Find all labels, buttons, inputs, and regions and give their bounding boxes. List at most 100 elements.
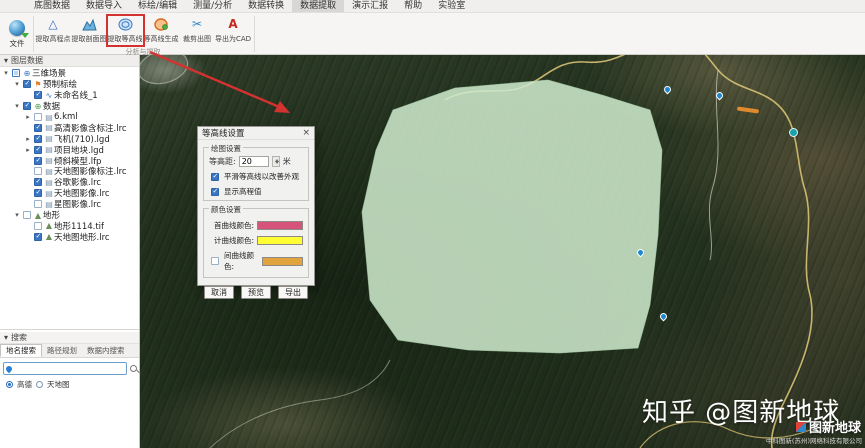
checkbox-unchecked[interactable]: [34, 200, 42, 209]
checkbox-unchecked[interactable]: [34, 113, 42, 121]
tab-route-planning[interactable]: 路径规划: [42, 344, 82, 357]
close-icon[interactable]: ×: [302, 128, 310, 138]
tree-row[interactable]: ∿ 未命名线_1: [0, 90, 139, 101]
checkbox-checked[interactable]: [34, 90, 42, 100]
file-icon: ▤: [45, 123, 53, 133]
collapse-arrow-icon: ▾: [4, 333, 9, 342]
panel-splitter[interactable]: [0, 329, 139, 330]
checkbox-unchecked[interactable]: [34, 167, 42, 176]
expander-icon[interactable]: ▾: [2, 69, 10, 77]
checkbox-unchecked[interactable]: [211, 257, 219, 265]
tree-row[interactable]: ▲ 天地图地形.lrc: [0, 231, 139, 243]
expander-icon[interactable]: ▸: [24, 135, 32, 143]
collapse-arrow-icon: ▾: [4, 56, 9, 65]
layers-panel-header[interactable]: ▾ 图层数据: [0, 55, 139, 67]
expander-icon[interactable]: ▾: [13, 80, 21, 88]
dialog-titlebar[interactable]: 等高线设置 ×: [198, 127, 314, 140]
export-cad-button[interactable]: A 导出为CAD: [215, 14, 251, 47]
contour-generate-icon: [153, 16, 169, 32]
search-input-wrap: [3, 362, 127, 375]
menu-item-lab[interactable]: 实验室: [430, 0, 473, 12]
tab-data-search[interactable]: 数据内搜索: [82, 344, 130, 357]
checkbox-checked[interactable]: [211, 172, 219, 181]
checkbox-checked[interactable]: [34, 188, 42, 198]
menu-item-help[interactable]: 帮助: [396, 0, 430, 12]
tree-row[interactable]: ▾ ▲ 地形: [0, 210, 139, 222]
radio-provider-gaode[interactable]: [6, 381, 13, 388]
file-icon: ▤: [45, 177, 53, 187]
menu-item-import[interactable]: 数据导入: [78, 0, 130, 12]
checkbox-checked[interactable]: [34, 134, 42, 143]
tree-row[interactable]: ▤ 谷歌影像.lrc: [0, 177, 139, 188]
spinner-icon[interactable]: [271, 156, 280, 167]
tree-row[interactable]: ▸ ▤ 项目地块.lgd: [0, 144, 139, 156]
show-elevation-checkbox-label: 显示高程值: [224, 187, 262, 196]
tree-row[interactable]: ▾ ⊕ 三维场景: [0, 68, 139, 80]
search-panel-title: 搜索: [11, 333, 28, 342]
menu-item-convert[interactable]: 数据转换: [240, 0, 292, 12]
radio-provider-tianditu[interactable]: [36, 381, 43, 388]
extract-contour-button[interactable]: 提取等高线: [107, 14, 143, 47]
extract-profile-button[interactable]: 提取剖面图: [71, 14, 107, 47]
search-input[interactable]: [14, 363, 124, 374]
tree-row[interactable]: ▲ 地形1114.tif: [0, 220, 139, 232]
expander-icon[interactable]: ▾: [13, 102, 21, 110]
cad-export-icon: A: [228, 17, 238, 31]
open-globe-icon: [9, 19, 29, 38]
tree-row[interactable]: ▤ 天地图影像标注.lrc: [0, 166, 139, 177]
preview-button[interactable]: 预览: [241, 286, 271, 299]
intermediate-contour-color-swatch[interactable]: [262, 256, 303, 266]
menu-item-measure-analyze[interactable]: 测量/分析: [185, 0, 240, 12]
checkbox-checked[interactable]: [34, 123, 42, 132]
checkbox-checked[interactable]: [23, 101, 31, 111]
checkbox-checked[interactable]: [23, 79, 31, 89]
brand-name: 图新地球: [808, 421, 861, 436]
extract-elevation-point-button[interactable]: △ 提取高程点: [35, 14, 71, 47]
export-button[interactable]: 导出: [278, 286, 308, 299]
menu-item-draw-edit[interactable]: 标绘/编辑: [130, 0, 185, 12]
file-button-label: 文件: [9, 38, 25, 48]
expander-icon[interactable]: ▾: [13, 211, 21, 219]
tree-row[interactable]: ▤ 倾斜模型.lfp: [0, 155, 139, 167]
contour-interval-input[interactable]: [238, 156, 269, 167]
primary-contour-color-label: 首曲线颜色:: [213, 221, 254, 230]
search-panel-header[interactable]: ▾ 搜索: [0, 332, 139, 344]
clip-export-button[interactable]: ✂ 裁剪出图: [179, 14, 215, 47]
checkbox-checked[interactable]: [34, 145, 42, 154]
tree-row[interactable]: ▤ 高清影像含标注.lrc: [0, 122, 139, 134]
file-icon: ▤: [45, 112, 53, 122]
expander-icon[interactable]: ▸: [24, 146, 32, 154]
checkbox-unchecked[interactable]: [34, 221, 42, 230]
checkbox-partial[interactable]: [12, 69, 20, 78]
tree-row[interactable]: ▸ ▤ 飞机(710).lgd: [0, 133, 139, 145]
tree-row[interactable]: ▤ 天地图影像.lrc: [0, 188, 139, 199]
teal-dot-icon[interactable]: [789, 128, 798, 137]
tree-row[interactable]: ▾ ⊕ 数据: [0, 101, 139, 112]
index-contour-color-swatch[interactable]: [257, 236, 303, 245]
search-icon[interactable]: [130, 365, 137, 372]
radio-label: 高德: [17, 380, 32, 389]
cancel-button[interactable]: 取消: [204, 286, 234, 299]
expander-icon[interactable]: ▸: [24, 113, 32, 121]
contour-generate-button[interactable]: 等高线生成: [143, 14, 179, 47]
tree-row[interactable]: ▾ ⚑ 预制标绘: [0, 79, 139, 90]
toolbar-separator: [33, 16, 34, 52]
checkbox-checked[interactable]: [34, 177, 42, 187]
color-settings-group: 颜色设置 首曲线颜色: 计曲线颜色: 间曲线颜色:: [203, 204, 309, 278]
dialog-title: 等高线设置: [202, 129, 245, 139]
tree-row[interactable]: ▤ 星图影像.lrc: [0, 199, 139, 210]
menu-item-extract[interactable]: 数据提取: [292, 0, 345, 12]
layers-folder-icon: ⊕: [34, 101, 42, 111]
group-title: 绘图设置: [209, 143, 243, 154]
tree-row[interactable]: ▸ ▤ 6.kml: [0, 112, 139, 123]
checkbox-checked[interactable]: [34, 232, 42, 241]
menu-item-present[interactable]: 演示汇报: [344, 0, 396, 12]
checkbox-checked[interactable]: [211, 187, 219, 196]
layer-tree: ▾ ⊕ 三维场景 ▾ ⚑ 预制标绘 ∿ 未命名线_1 ▾ ⊕ 数据 ▸ ▤ 6.: [0, 68, 139, 243]
tab-place-search[interactable]: 地名搜索: [0, 344, 42, 357]
file-open-button[interactable]: 文件: [2, 15, 32, 53]
menu-item-basemap[interactable]: 底图数据: [26, 0, 78, 12]
primary-contour-color-swatch[interactable]: [257, 221, 303, 230]
checkbox-checked[interactable]: [34, 156, 42, 165]
checkbox-unchecked[interactable]: [23, 211, 31, 220]
